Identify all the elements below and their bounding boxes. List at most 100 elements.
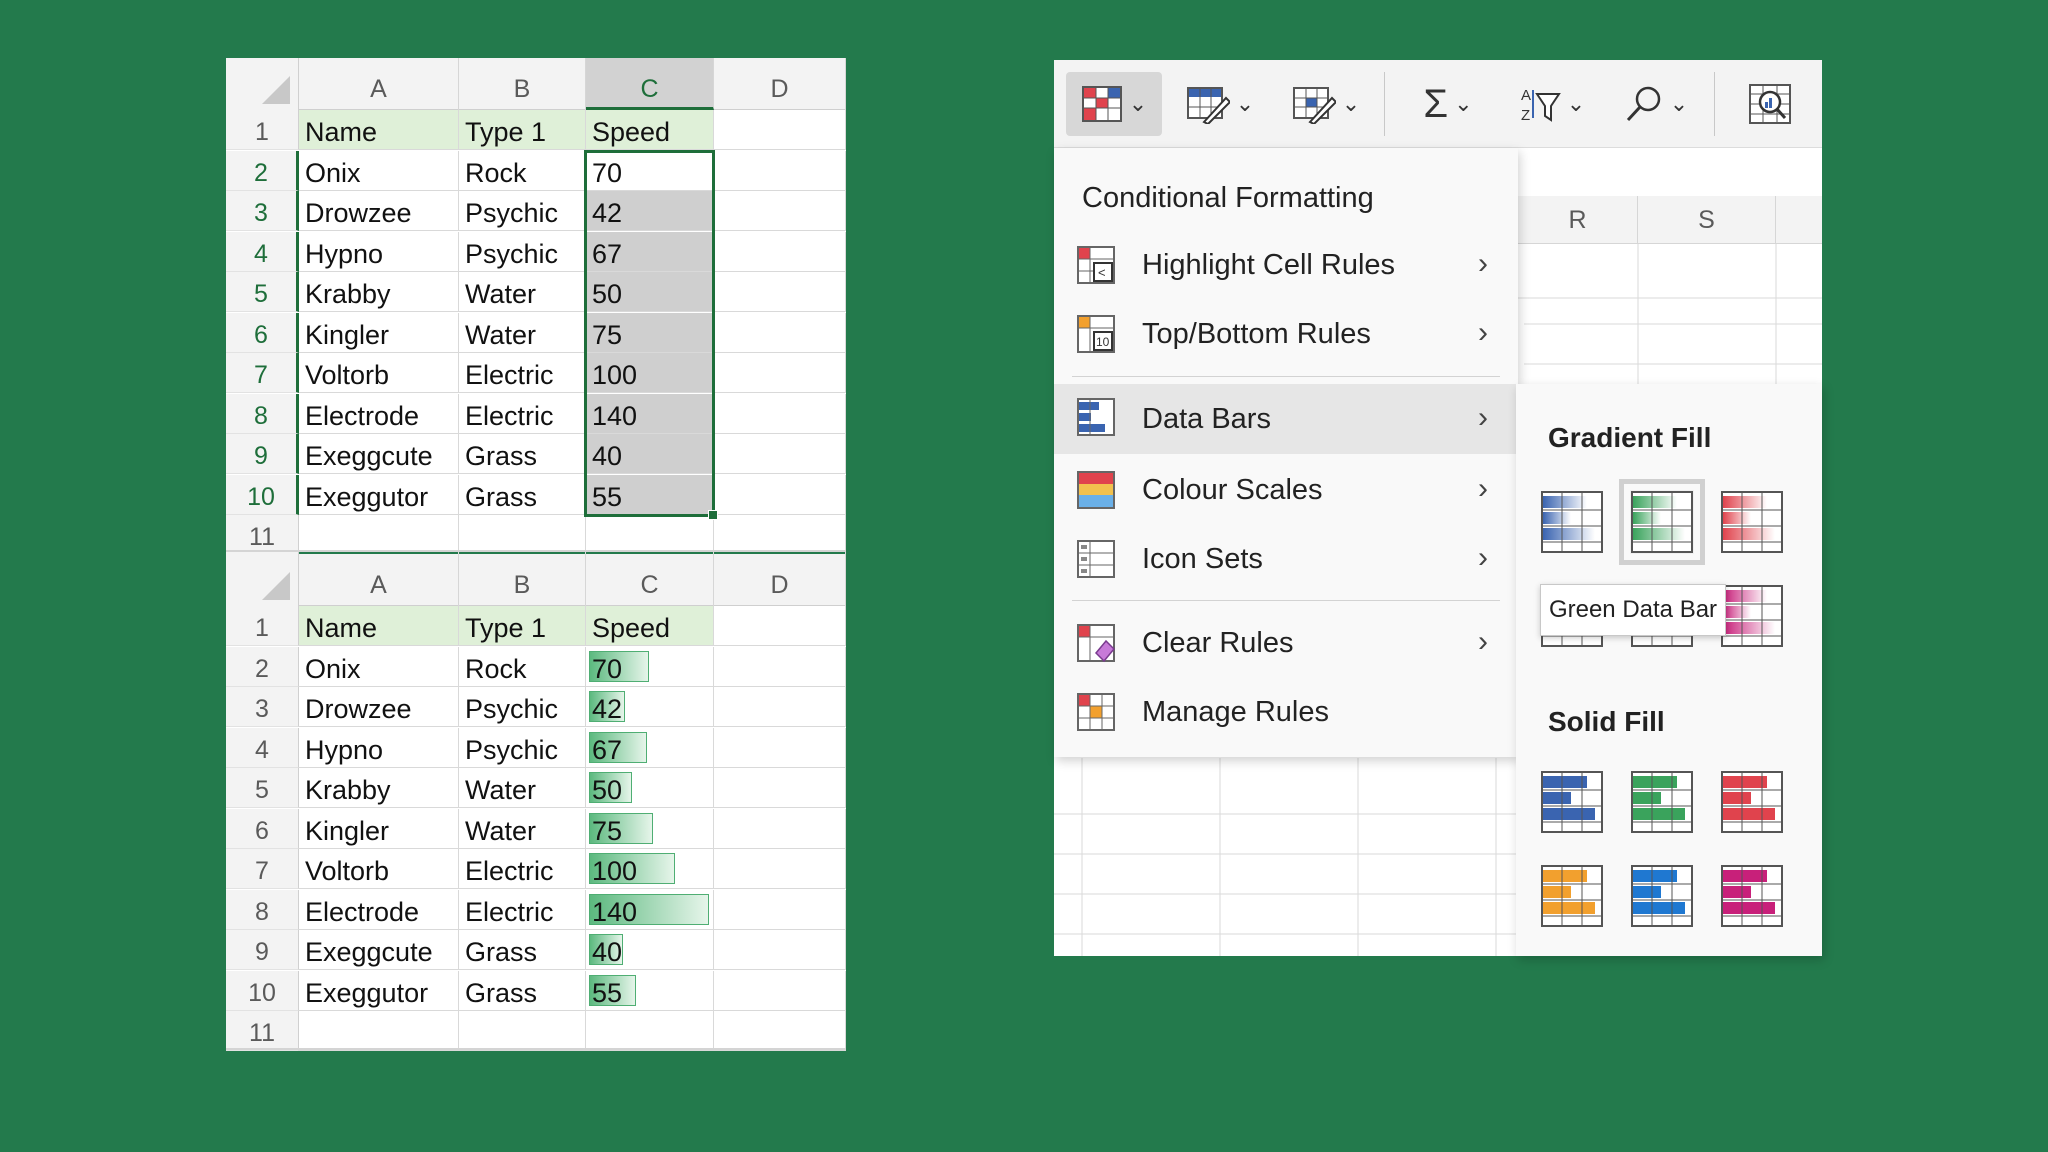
row-header-6[interactable]: 6 xyxy=(226,808,299,849)
cell-speed[interactable]: 40 xyxy=(586,930,714,970)
menu-item-top-bottom-rules[interactable]: 10 Top/Bottom Rules › xyxy=(1054,301,1518,367)
cell-name[interactable]: Exeggutor xyxy=(299,970,459,1011)
solid-blue-data-bar[interactable] xyxy=(1540,770,1604,834)
cell-name[interactable]: Onix xyxy=(299,150,459,191)
cell-type[interactable] xyxy=(459,515,586,555)
cell-type[interactable]: Electric xyxy=(459,393,586,434)
menu-item-manage-rules[interactable]: Manage Rules xyxy=(1054,679,1518,745)
cell-empty[interactable] xyxy=(714,1011,846,1051)
column-header-s[interactable]: S xyxy=(1638,196,1776,244)
column-header-c[interactable]: C xyxy=(586,554,714,606)
cell-empty[interactable] xyxy=(714,768,846,808)
cell-name[interactable]: Krabby xyxy=(299,768,459,808)
cell-name[interactable]: Electrode xyxy=(299,393,459,434)
row-header-11[interactable]: 11 xyxy=(226,1011,299,1051)
find-select-button[interactable]: ⌄ xyxy=(1614,72,1698,136)
cell-name[interactable] xyxy=(299,1011,459,1051)
cell-speed[interactable]: 40 xyxy=(586,434,714,474)
solid-light-blue-data-bar[interactable] xyxy=(1630,864,1694,928)
cell-speed[interactable]: 100 xyxy=(586,353,714,393)
cell-type[interactable]: Grass xyxy=(459,970,586,1011)
solid-green-data-bar[interactable] xyxy=(1630,770,1694,834)
cell-type[interactable]: Grass xyxy=(459,930,586,970)
cell-empty[interactable] xyxy=(714,434,846,474)
cell-name[interactable]: Exeggcute xyxy=(299,434,459,474)
cell-name[interactable]: Hypno xyxy=(299,231,459,272)
cell-empty[interactable] xyxy=(714,930,846,970)
row-header-10[interactable]: 10 xyxy=(226,474,299,515)
cell-speed[interactable] xyxy=(586,515,714,555)
cell-empty[interactable] xyxy=(714,272,846,312)
cell-name[interactable]: Voltorb xyxy=(299,849,459,889)
header-cell-name[interactable]: Name xyxy=(299,606,459,646)
row-header-6[interactable]: 6 xyxy=(226,312,299,353)
row-header-4[interactable]: 4 xyxy=(226,231,299,272)
cell-styles-button[interactable]: ⌄ xyxy=(1278,72,1374,136)
cell-name[interactable]: Drowzee xyxy=(299,191,459,231)
cell-type[interactable]: Grass xyxy=(459,434,586,474)
cell-name[interactable] xyxy=(299,515,459,555)
cell-name[interactable]: Kingler xyxy=(299,312,459,353)
cell-name[interactable]: Kingler xyxy=(299,808,459,849)
cell-empty[interactable] xyxy=(714,393,846,434)
menu-item-clear-rules[interactable]: Clear Rules › xyxy=(1054,610,1518,676)
header-cell-speed[interactable]: Speed xyxy=(586,110,714,150)
gradient-blue-data-bar[interactable] xyxy=(1540,490,1604,554)
row-header-5[interactable]: 5 xyxy=(226,272,299,312)
cell-empty[interactable] xyxy=(714,353,846,393)
menu-item-icon-sets[interactable]: Icon Sets › xyxy=(1054,526,1518,592)
row-header-7[interactable]: 7 xyxy=(226,353,299,393)
cell-speed[interactable]: 55 xyxy=(586,970,714,1011)
cell-type[interactable]: Electric xyxy=(459,849,586,889)
cell-type[interactable]: Grass xyxy=(459,474,586,515)
cell-type[interactable]: Psychic xyxy=(459,687,586,727)
cell-name[interactable]: Voltorb xyxy=(299,353,459,393)
cell-speed[interactable]: 67 xyxy=(586,231,714,272)
cell-empty[interactable] xyxy=(714,687,846,727)
cell-type[interactable]: Psychic xyxy=(459,727,586,768)
cell-speed[interactable] xyxy=(586,1011,714,1051)
cell-type[interactable] xyxy=(459,1011,586,1051)
column-header-b[interactable]: B xyxy=(459,554,586,606)
cell-empty[interactable] xyxy=(714,474,846,515)
cell-type[interactable]: Rock xyxy=(459,150,586,191)
column-header-d[interactable]: D xyxy=(714,554,846,606)
column-header-c[interactable]: C xyxy=(586,58,714,110)
solid-orange-data-bar[interactable] xyxy=(1540,864,1604,928)
cell-empty[interactable] xyxy=(714,646,846,687)
gradient-green-data-bar[interactable] xyxy=(1619,479,1705,565)
cell-empty[interactable] xyxy=(714,191,846,231)
cell-name[interactable]: Drowzee xyxy=(299,687,459,727)
column-header-b[interactable]: B xyxy=(459,58,586,110)
cell-name[interactable]: Exeggcute xyxy=(299,930,459,970)
header-cell-name[interactable]: Name xyxy=(299,110,459,150)
row-header-3[interactable]: 3 xyxy=(226,191,299,231)
row-header-9[interactable]: 9 xyxy=(226,434,299,474)
cell-speed[interactable]: 50 xyxy=(586,272,714,312)
solid-purple-data-bar[interactable] xyxy=(1720,864,1784,928)
header-cell-speed[interactable]: Speed xyxy=(586,606,714,646)
cell-speed[interactable]: 42 xyxy=(586,191,714,231)
row-header-8[interactable]: 8 xyxy=(226,889,299,930)
cell-type[interactable]: Psychic xyxy=(459,191,586,231)
cell-speed[interactable]: 70 xyxy=(586,646,714,687)
cell-name[interactable]: Electrode xyxy=(299,889,459,930)
cell-speed[interactable]: 75 xyxy=(586,808,714,849)
cell-speed[interactable]: 100 xyxy=(586,849,714,889)
cell-speed[interactable]: 75 xyxy=(586,312,714,353)
cell-empty[interactable] xyxy=(714,849,846,889)
column-header-a[interactable]: A xyxy=(299,554,459,606)
cell-speed[interactable]: 42 xyxy=(586,687,714,727)
column-header-r[interactable]: R xyxy=(1518,196,1638,244)
row-header-9[interactable]: 9 xyxy=(226,930,299,970)
row-header-1[interactable]: 1 xyxy=(226,110,299,150)
row-header-5[interactable]: 5 xyxy=(226,768,299,808)
row-header-4[interactable]: 4 xyxy=(226,727,299,768)
cell-type[interactable]: Water xyxy=(459,272,586,312)
cell-empty[interactable] xyxy=(714,312,846,353)
cell-type[interactable]: Water xyxy=(459,312,586,353)
cell-empty[interactable] xyxy=(714,727,846,768)
cell-type[interactable]: Water xyxy=(459,808,586,849)
cell-name[interactable]: Onix xyxy=(299,646,459,687)
gradient-red-data-bar[interactable] xyxy=(1720,490,1784,554)
